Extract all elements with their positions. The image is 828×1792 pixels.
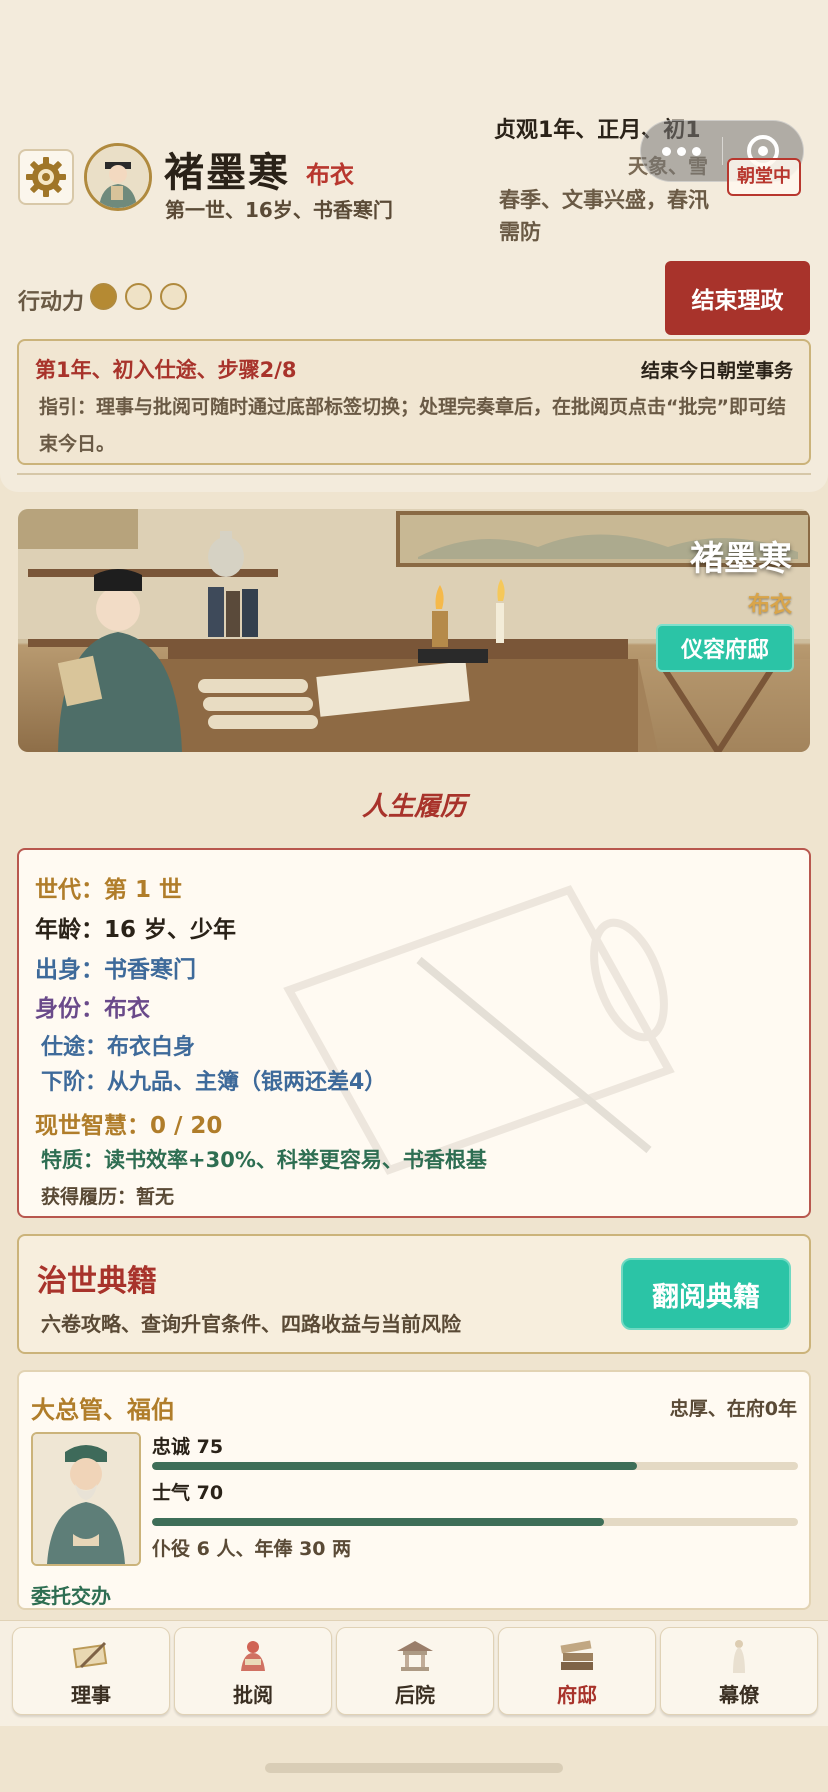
advisor-icon	[717, 1635, 761, 1675]
delegate-tasks-link[interactable]: 委托交办	[31, 1580, 111, 1608]
tab-backyard-label: 后院	[395, 1683, 435, 1707]
bio-next-rank: 下阶：从九品、主簿（银两还差4）	[41, 1070, 387, 1095]
tab-advisors[interactable]: 幕僚	[660, 1627, 818, 1715]
morale-bar-fill	[152, 1518, 605, 1526]
life-record-card: 世代：第 1 世 年龄：16 岁、少年 出身：书香寒门 身份：布衣 仕途：布衣白…	[17, 848, 811, 1218]
tab-review-label: 批阅	[233, 1683, 273, 1707]
task-guide-box: 第1年、初入仕途、步骤2/8 结束今日朝堂事务 指引：理事与批阅可随时通过底部标…	[17, 339, 811, 465]
browse-classics-button[interactable]: 翻阅典籍	[621, 1258, 791, 1330]
tab-affairs-label: 理事	[71, 1683, 111, 1707]
appearance-residence-button[interactable]: 仪容府邸	[656, 624, 794, 672]
bio-career: 仕途：布衣白身	[41, 1035, 196, 1060]
player-rank: 布衣	[306, 161, 354, 189]
bio-traits: 特质：读书效率+30%、科举更容易、书香根基	[41, 1148, 487, 1172]
steward-morale-bar	[152, 1518, 798, 1526]
scene-player-name: 褚墨寒	[690, 539, 792, 579]
scroll-brush-icon	[69, 1635, 113, 1675]
steward-loyalty-bar	[152, 1462, 798, 1470]
player-name: 褚墨寒	[164, 150, 290, 196]
court-status-badge: 朝堂中	[727, 158, 801, 196]
player-avatar[interactable]	[84, 143, 152, 211]
settings-button[interactable]	[18, 149, 74, 205]
life-record-title: 人生履历	[361, 792, 466, 822]
steward-card: 大总管、福伯 忠厚、在府0年 忠诚 75 士气 70 仆役 6 人、年俸 30 …	[17, 1370, 811, 1610]
end-governance-button[interactable]: 结束理政	[665, 261, 810, 335]
tab-residence-label: 府邸	[557, 1683, 597, 1707]
action-points-indicator	[90, 283, 187, 310]
bio-wisdom: 现世智慧：0 / 20	[35, 1113, 223, 1139]
more-menu-icon[interactable]	[641, 146, 722, 156]
gear-icon	[26, 157, 66, 197]
task-guide-text: 指引：理事与批阅可随时通过底部标签切换；处理完奏章后，在批阅页点击“批完”即可结…	[39, 396, 786, 455]
scene-player-rank: 布衣	[747, 593, 792, 618]
loyalty-bar-fill	[152, 1462, 637, 1470]
player-summary: 第一世、16岁、书香寒门	[165, 198, 393, 222]
action-point-dot	[125, 283, 152, 310]
classics-description: 六卷攻略、查询升官条件、四路收益与当前风险	[41, 1312, 461, 1336]
header-divider	[17, 473, 811, 475]
steward-loyalty-label: 忠诚 75	[152, 1436, 224, 1458]
scroll-brush-watermark-icon	[283, 885, 675, 1175]
tab-residence[interactable]: 府邸	[498, 1627, 656, 1715]
bottom-tab-bar: 理事 批阅 后院 府邸 幕僚	[0, 1620, 828, 1726]
steward-morale-label: 士气 70	[152, 1482, 224, 1504]
classics-card: 治世典籍 六卷攻略、查询升官条件、四路收益与当前风险 翻阅典籍	[17, 1234, 811, 1354]
steward-portrait	[31, 1432, 141, 1566]
steward-title: 大总管、福伯	[31, 1396, 175, 1424]
bio-generation: 世代：第 1 世	[35, 877, 183, 903]
scholar-portrait-icon	[87, 146, 149, 208]
reading-official-icon	[231, 1635, 275, 1675]
steward-traits: 忠厚、在府0年	[669, 1398, 797, 1420]
task-step-title: 第1年、初入仕途、步骤2/8	[35, 358, 297, 382]
books-icon	[555, 1635, 599, 1675]
tab-review[interactable]: 批阅	[174, 1627, 332, 1715]
tab-backyard[interactable]: 后院	[336, 1627, 494, 1715]
task-objective: 结束今日朝堂事务	[640, 360, 793, 382]
bio-records: 获得履历：暂无	[41, 1186, 175, 1208]
steward-staff-info: 仆役 6 人、年俸 30 两	[152, 1538, 352, 1560]
action-point-dot	[160, 283, 187, 310]
action-points-label: 行动力	[18, 290, 85, 315]
home-indicator[interactable]	[265, 1763, 563, 1773]
season-text: 春季、文事兴盛，春汛需防	[499, 188, 709, 244]
elder-steward-portrait-icon	[33, 1434, 139, 1564]
bio-identity: 身份：布衣	[35, 996, 150, 1022]
action-point-dot	[90, 283, 117, 310]
residence-scene: 褚墨寒 布衣 仪容府邸	[18, 509, 810, 752]
classics-title: 治世典籍	[37, 1264, 157, 1299]
tab-advisors-label: 幕僚	[719, 1683, 759, 1707]
pavilion-icon	[393, 1635, 437, 1675]
bio-age: 年龄：16 岁、少年	[35, 917, 237, 943]
tab-affairs[interactable]: 理事	[12, 1627, 170, 1715]
bio-origin: 出身：书香寒门	[35, 957, 196, 983]
